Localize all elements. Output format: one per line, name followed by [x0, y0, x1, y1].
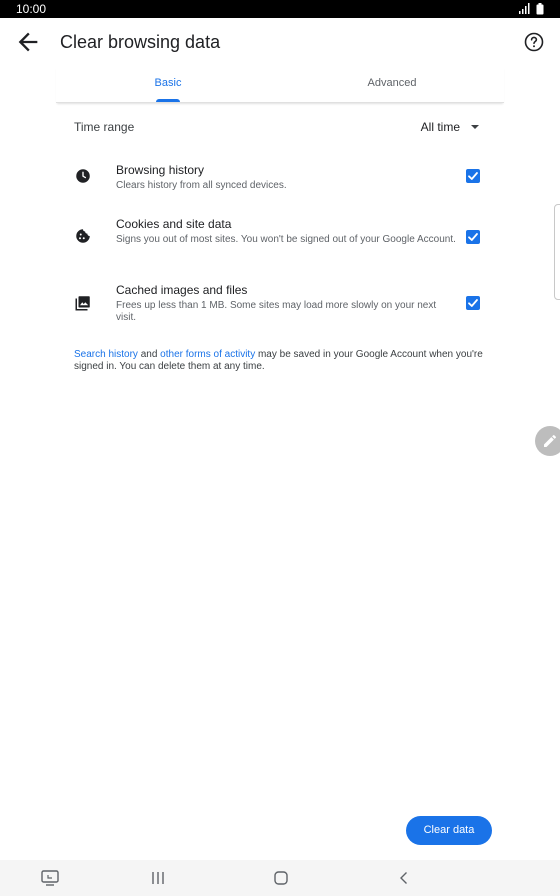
- browsing-history-checkbox[interactable]: [466, 169, 480, 183]
- tab-advanced[interactable]: Advanced: [280, 66, 504, 102]
- option-title: Browsing history: [116, 163, 205, 177]
- option-title: Cookies and site data: [116, 217, 232, 231]
- status-time: 10:00: [16, 2, 47, 16]
- pencil-icon: [544, 434, 557, 447]
- option-cookies: Cookies and site data Signs you out of m…: [74, 217, 486, 259]
- option-title: Cached images and files: [116, 283, 248, 297]
- dropdown-arrow-icon: [471, 125, 479, 129]
- status-bar: 10:00: [0, 0, 560, 18]
- edit-fab[interactable]: [535, 426, 560, 456]
- option-description: Clears history from all synced devices.: [116, 180, 287, 191]
- back-button[interactable]: [14, 28, 42, 56]
- back-icon: [400, 872, 407, 884]
- option-browsing-history: Browsing history Clears history from all…: [74, 163, 486, 197]
- help-circle-icon: [524, 32, 544, 52]
- app-bar: Clear browsing data: [0, 18, 560, 66]
- check-icon: [468, 172, 478, 180]
- nav-back-button[interactable]: [394, 868, 414, 888]
- cookie-icon: [76, 229, 90, 243]
- recent-apps-button[interactable]: [148, 868, 168, 888]
- check-icon: [468, 299, 478, 307]
- time-range-dropdown[interactable]: All time: [406, 116, 486, 140]
- cookies-checkbox[interactable]: [466, 230, 480, 244]
- clear-data-button[interactable]: Clear data: [406, 816, 492, 845]
- battery-icon: [536, 3, 544, 15]
- image-icon: [75, 296, 90, 311]
- time-range-value: All time: [420, 120, 460, 134]
- home-button[interactable]: [271, 868, 291, 888]
- option-cached-images: Cached images and files Frees up less th…: [74, 283, 486, 325]
- tab-bar: Basic Advanced: [56, 66, 504, 103]
- tab-indicator: [156, 99, 180, 102]
- note-text: and: [137, 349, 161, 360]
- screenshot-nav-button[interactable]: [40, 868, 60, 888]
- help-button[interactable]: [522, 30, 546, 54]
- time-range-row: Time range All time: [74, 116, 486, 140]
- option-description: Frees up less than 1 MB. Some sites may …: [116, 300, 437, 323]
- cached-images-checkbox[interactable]: [466, 296, 480, 310]
- page-title: Clear browsing data: [60, 32, 221, 52]
- account-activity-note: Search history and other forms of activi…: [74, 349, 484, 373]
- clock-icon: [76, 169, 90, 183]
- home-icon: [274, 871, 288, 885]
- screen-icon: [41, 870, 59, 886]
- signal-icon: [519, 3, 530, 14]
- edge-panel-handle[interactable]: [554, 204, 560, 300]
- navigation-bar: [0, 860, 560, 896]
- search-history-link[interactable]: Search history: [74, 349, 138, 360]
- tab-basic[interactable]: Basic: [56, 66, 280, 102]
- arrow-left-icon: [18, 32, 38, 52]
- check-icon: [468, 233, 478, 241]
- time-range-label: Time range: [74, 120, 135, 134]
- status-icons: [516, 3, 546, 15]
- recent-apps-icon: [152, 872, 164, 884]
- other-activity-link[interactable]: other forms of activity: [160, 349, 255, 360]
- option-description: Signs you out of most sites. You won't b…: [116, 234, 456, 245]
